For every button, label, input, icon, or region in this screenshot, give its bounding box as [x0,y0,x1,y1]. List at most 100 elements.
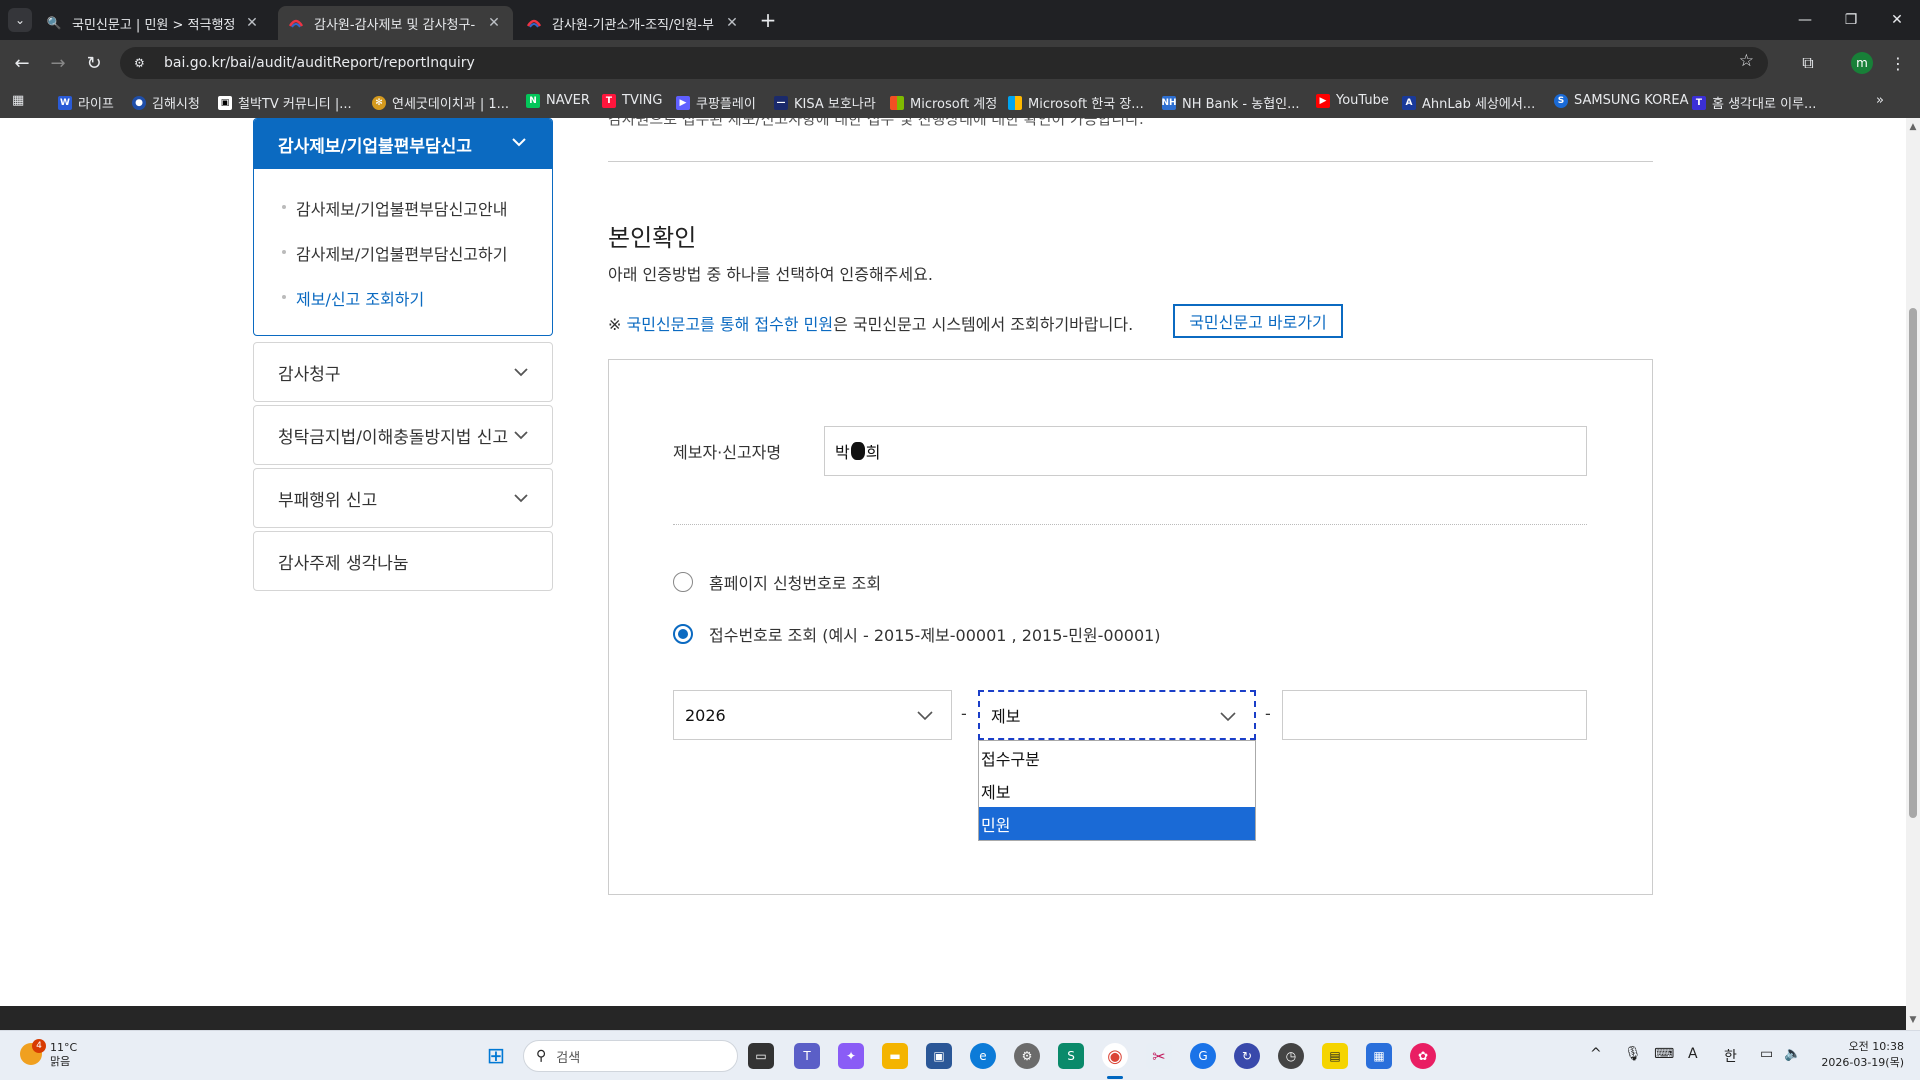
address-bar[interactable]: ⚙ bai.go.kr/bai/audit/auditReport/report… [120,47,1768,79]
bookmark-item[interactable]: — KISA 보호나라 [774,93,876,112]
bookmark-label: NAVER [546,93,590,108]
back-arrow-icon[interactable]: ← [10,51,34,75]
bookmark-item[interactable]: ▶ YouTube [1316,93,1389,108]
sinmungo-shortcut-button[interactable]: 국민신문고 바로가기 [1173,304,1343,338]
reporter-name-input[interactable]: 박희 [824,426,1587,476]
dropdown-option[interactable]: 제보 [979,774,1255,807]
bookmark-item[interactable]: Microsoft 한국 장... [1008,93,1144,112]
sidebar-item-ideas[interactable]: 감사주제 생각나눔 [253,531,553,591]
bai-favicon-icon [288,15,304,31]
scroll-thumb[interactable] [1909,308,1917,818]
radio-receipt[interactable] [673,624,693,644]
apps-grid-icon[interactable]: ▦ [12,93,24,108]
menu-kebab-icon[interactable]: ⋮ [1886,51,1910,75]
clock-app-icon[interactable]: ◷ [1278,1043,1304,1069]
bookmark-item[interactable]: ● 김해시청 [132,93,200,112]
restore-button[interactable]: ❐ [1828,0,1874,40]
sidebar-subitem-submit[interactable]: 감사제보/기업불편부담신고하기 [282,241,507,265]
page-scrollbar[interactable]: ▲ ▼ [1906,118,1920,1030]
app-icon[interactable]: G [1190,1043,1216,1069]
sidebar-subitem-label: 제보/신고 조회하기 [296,290,425,309]
chevron-down-icon [915,705,935,729]
bookmarks-bar: ▦ W 라이프 ● 김해시청 ▣ 철박TV 커뮤니티 |... ✻ 연세굿데이치과 | … [0,86,1920,118]
radio-receipt-option[interactable]: 접수번호로 조회 (예시 - 2015-제보-00001 , 2015-민원-0… [673,622,1161,646]
bookmark-item[interactable]: NH NH Bank - 농협인... [1161,93,1300,112]
bookmark-item[interactable]: ▶ 쿠팡플레이 [676,93,756,112]
note-highlight: 국민신문고를 통해 접수한 민원 [626,315,834,334]
minimize-button[interactable]: — [1782,0,1828,40]
sidebar-subitem-inquiry[interactable]: 제보/신고 조회하기 [282,286,425,310]
dropdown-option-highlighted[interactable]: 민원 [979,807,1255,840]
calendar-icon[interactable]: ▦ [1366,1043,1392,1069]
scroll-up-arrow-icon[interactable]: ▲ [1908,122,1918,132]
sticky-notes-icon[interactable]: ▤ [1322,1043,1348,1069]
new-tab-button[interactable]: + [756,8,780,32]
sidebar-section-report: 감사제보/기업불편부담신고 감사제보/기업불편부담신고안내 감사제보/기업불편부… [253,118,553,336]
network-icon[interactable]: ▭ [1760,1046,1773,1062]
sidebar-item-audit-request[interactable]: 감사청구 [253,342,553,402]
bookmark-item[interactable]: T TVING [602,93,662,108]
task-view-icon[interactable]: ▭ [748,1043,774,1069]
bookmark-label: 쿠팡플레이 [696,97,756,112]
snipping-tool-icon[interactable]: ✂ [1146,1043,1172,1069]
tab-strip: ⌄ 🔍 국민신문고 | 민원 > 적극행정 ✕ 감사원-감사제보 및 감사청구-… [0,0,1920,40]
dropdown-option[interactable]: 접수구분 [979,741,1255,774]
chrome-icon[interactable]: ◉ [1102,1043,1128,1069]
profile-button[interactable]: m [1850,51,1874,75]
edge-icon[interactable]: e [970,1043,996,1069]
temperature: 11°C [50,1041,78,1054]
receipt-number-input[interactable] [1282,690,1587,740]
sidebar-section-header[interactable]: 감사제보/기업불편부담신고 [254,119,552,169]
tab-bai-org[interactable]: 감사원-기관소개-조직/인원-부 ✕ [516,6,751,40]
keyboard-icon[interactable]: ⌨ [1654,1046,1674,1062]
settings-icon[interactable]: ⚙ [1014,1043,1040,1069]
radio-homepage-option[interactable]: 홈페이지 신청번호로 조회 [673,570,881,594]
ime-mode[interactable]: A [1688,1046,1698,1062]
tab-bai-report[interactable]: 감사원-감사제보 및 감사청구- ✕ [278,6,513,40]
bookmark-item[interactable]: S SAMSUNG KOREA [1554,93,1689,108]
chevron-down-icon [512,426,530,449]
microphone-icon[interactable]: 🎙 [1624,1046,1642,1062]
bookmark-item[interactable]: N NAVER [526,93,590,108]
year-select[interactable]: 2026 [673,690,952,740]
more-bookmarks-icon[interactable]: » [1876,93,1884,108]
teams-icon[interactable]: T [794,1043,820,1069]
copilot-icon[interactable]: ✦ [838,1043,864,1069]
scroll-down-arrow-icon[interactable]: ▼ [1908,1015,1918,1025]
close-icon[interactable]: ✕ [243,15,261,31]
forward-arrow-icon[interactable]: → [46,51,70,75]
radio-homepage[interactable] [673,572,693,592]
receipt-type-select[interactable]: 제보 [978,690,1256,740]
bookmark-item[interactable]: T홈 생각대로 이루... [1692,93,1816,112]
close-icon[interactable]: ✕ [723,15,741,31]
bookmark-item[interactable]: W 라이프 [58,93,114,112]
sidebar-subitem-guide[interactable]: 감사제보/기업불편부담신고안내 [282,196,507,220]
reload-icon[interactable]: ↻ [82,51,106,75]
photos-icon[interactable]: ✿ [1410,1043,1436,1069]
chevron-up-icon[interactable]: ^ [1590,1046,1602,1062]
close-window-button[interactable]: ✕ [1874,0,1920,40]
bookmark-label: Microsoft 계정 [910,97,998,112]
close-icon[interactable]: ✕ [485,15,503,31]
store-icon[interactable]: ▣ [926,1043,952,1069]
ime-hangul[interactable]: 한 [1724,1046,1737,1066]
tab-search-button[interactable]: ⌄ [8,8,32,32]
bookmark-item[interactable]: ▣ 철박TV 커뮤니티 |... [218,93,352,112]
site-info-icon[interactable]: ⚙ [134,56,152,70]
taskbar-search[interactable]: ⚲ 검색 [523,1040,738,1072]
sync-icon[interactable]: ↻ [1234,1043,1260,1069]
bookmark-item[interactable]: A AhnLab 세상에서... [1402,93,1535,112]
extensions-icon[interactable]: ⧉ [1796,51,1820,75]
file-explorer-icon[interactable]: ▬ [882,1043,908,1069]
sidebar-item-anti-graft[interactable]: 청탁금지법/이해충돌방지법 신고 [253,405,553,465]
windows-start-icon[interactable]: ⊞ [483,1043,509,1069]
tab-sinmungo[interactable]: 🔍 국민신문고 | 민원 > 적극행정 ✕ [36,6,271,40]
chevron-down-icon [512,489,530,512]
bookmark-item[interactable]: Microsoft 계정 [890,93,997,112]
star-icon[interactable]: ☆ [1739,51,1754,71]
bookmark-item[interactable]: ✻ 연세굿데이치과 | 1... [372,93,509,112]
speaker-icon[interactable]: 🔈 [1784,1046,1801,1062]
app-icon[interactable]: S [1058,1043,1084,1069]
system-clock[interactable]: 오전 10:38 2026-03-19(목) [1820,1039,1904,1071]
sidebar-item-corruption[interactable]: 부패행위 신고 [253,468,553,528]
